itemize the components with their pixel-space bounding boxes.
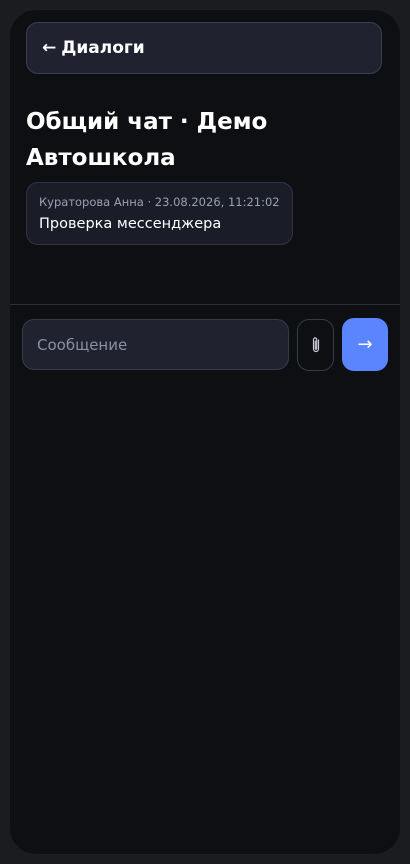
arrow-right-icon: → bbox=[357, 334, 373, 355]
paperclip-icon bbox=[312, 337, 319, 353]
send-button[interactable]: → bbox=[342, 318, 388, 371]
message-input[interactable] bbox=[22, 319, 289, 370]
message-bubble: Кураторова Анна · 23.08.2026, 11:21:02 П… bbox=[26, 182, 293, 245]
back-button-label: Диалоги bbox=[61, 38, 145, 58]
device-frame: ← Диалоги Общий чат · Демо Автошкола Кур… bbox=[0, 0, 410, 864]
message-meta: Кураторова Анна · 23.08.2026, 11:21:02 bbox=[39, 195, 280, 209]
message-text: Проверка мессенджера bbox=[39, 216, 222, 232]
back-arrow-icon: ← bbox=[42, 38, 57, 58]
chat-screen: ← Диалоги Общий чат · Демо Автошкола Кур… bbox=[10, 10, 400, 854]
attach-button[interactable] bbox=[297, 319, 334, 371]
composer-divider bbox=[10, 304, 400, 305]
page-title: Общий чат · Демо Автошкола bbox=[26, 109, 268, 171]
back-to-dialogs-button[interactable]: ← Диалоги bbox=[26, 22, 382, 74]
